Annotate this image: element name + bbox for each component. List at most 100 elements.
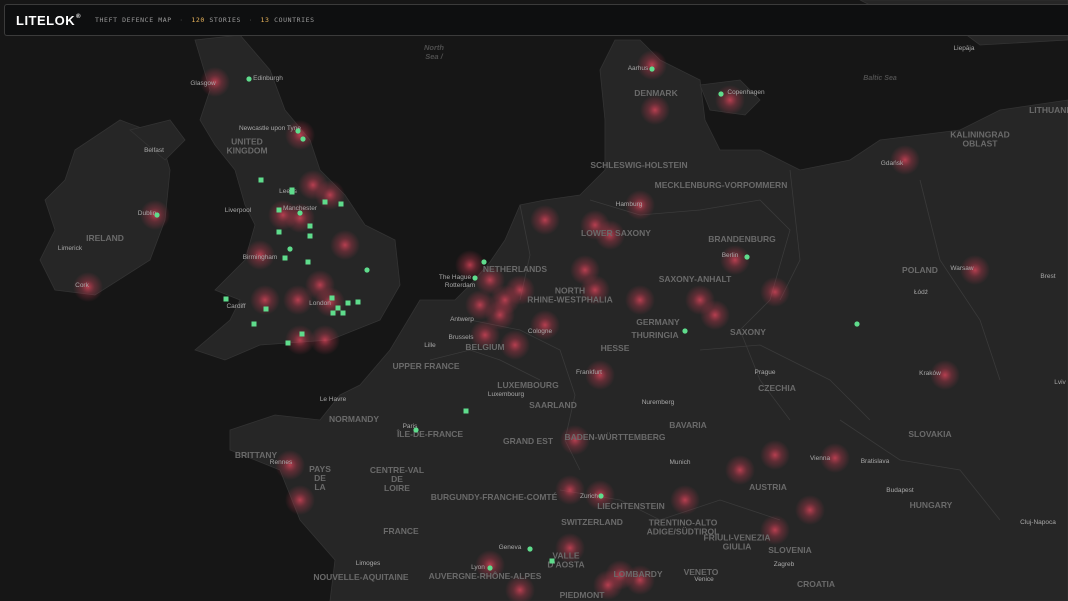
region-label: BRANDENBURG: [708, 234, 776, 244]
story-marker[interactable]: [338, 201, 344, 207]
region-label: RHINE-WESTPHALIA: [527, 295, 612, 305]
story-marker[interactable]: [682, 328, 688, 334]
story-marker[interactable]: [649, 66, 655, 72]
story-marker[interactable]: [854, 321, 860, 327]
region-label: DENMARK: [634, 88, 678, 98]
city-label: Bratislava: [861, 458, 890, 465]
heat-spot: [760, 277, 790, 307]
city-label: Hamburg: [616, 201, 643, 208]
region-label: OBLAST: [963, 139, 999, 149]
story-marker[interactable]: [285, 340, 291, 346]
story-marker[interactable]: [413, 427, 419, 433]
story-marker[interactable]: [463, 408, 469, 414]
story-marker[interactable]: [276, 207, 282, 213]
region-label: LITHUANIA: [1029, 105, 1068, 115]
city-label: Brest: [1040, 273, 1055, 280]
city-label: Vienna: [810, 455, 831, 462]
region-label: LOMBARDY: [613, 569, 662, 579]
region-label: BELGIUM: [465, 342, 504, 352]
city-label: Edinburgh: [253, 75, 283, 82]
map-stats: THEFT DEFENCE MAP · 120 STORIES · 13 COU…: [95, 16, 315, 24]
story-marker[interactable]: [305, 259, 311, 265]
heat-spot: [555, 475, 585, 505]
story-marker[interactable]: [487, 565, 493, 571]
story-marker[interactable]: [246, 76, 252, 82]
region-label: GRAND EST: [503, 436, 554, 446]
story-marker[interactable]: [340, 310, 346, 316]
story-marker[interactable]: [330, 310, 336, 316]
story-marker[interactable]: [549, 558, 555, 564]
story-marker[interactable]: [481, 259, 487, 265]
region-label: HUNGARY: [910, 500, 953, 510]
story-marker[interactable]: [258, 177, 264, 183]
city-label: Budapest: [886, 487, 914, 494]
city-label: Liverpool: [225, 207, 252, 214]
story-marker[interactable]: [300, 136, 306, 142]
region-label: PIEDMONT: [560, 590, 606, 600]
story-marker[interactable]: [297, 210, 303, 216]
story-marker[interactable]: [527, 546, 533, 552]
story-marker[interactable]: [718, 91, 724, 97]
theft-map[interactable]: UNITEDKINGDOMIRELANDBELGIUMNETHERLANDSLU…: [0, 0, 1068, 601]
story-marker[interactable]: [364, 267, 370, 273]
story-marker[interactable]: [335, 305, 341, 311]
story-marker[interactable]: [329, 295, 335, 301]
story-marker[interactable]: [289, 187, 295, 193]
region-label: SLOVAKIA: [908, 429, 951, 439]
separator: ·: [248, 16, 253, 24]
region-label: POLAND: [902, 265, 938, 275]
story-marker[interactable]: [598, 493, 604, 499]
story-marker[interactable]: [307, 233, 313, 239]
story-marker[interactable]: [251, 321, 257, 327]
city-label: Nuremberg: [642, 399, 675, 406]
heat-spot: [285, 485, 315, 515]
heat-spot: [670, 485, 700, 515]
sea-label: Sea /: [425, 52, 443, 61]
region-label: GIULIA: [723, 542, 752, 552]
region-label: AUSTRIA: [749, 482, 787, 492]
city-label: Glasgow: [190, 80, 216, 87]
story-marker[interactable]: [282, 255, 288, 261]
heat-spot: [640, 95, 670, 125]
story-marker[interactable]: [276, 229, 282, 235]
story-marker[interactable]: [355, 299, 361, 305]
region-label: BAVARIA: [669, 420, 706, 430]
story-marker[interactable]: [744, 254, 750, 260]
city-label: Cologne: [528, 328, 553, 335]
city-label: Lviv: [1054, 379, 1066, 386]
city-label: London: [309, 300, 331, 307]
region-label: AUVERGNE-RHÔNE-ALPES: [429, 570, 542, 581]
city-label: Zurich: [580, 493, 598, 500]
registered-mark: ®: [76, 13, 82, 20]
story-marker[interactable]: [295, 128, 301, 134]
story-marker[interactable]: [472, 275, 478, 281]
heat-spot: [725, 455, 755, 485]
city-label: Łódź: [914, 289, 928, 296]
region-label: FRANCE: [383, 526, 419, 536]
region-label: SAXONY: [730, 327, 766, 337]
story-marker[interactable]: [322, 199, 328, 205]
stories-label: STORIES: [209, 16, 241, 24]
region-label: KINGDOM: [226, 146, 267, 156]
story-marker[interactable]: [345, 300, 351, 306]
story-marker[interactable]: [263, 306, 269, 312]
brand-logo[interactable]: LITELOK ®: [16, 13, 81, 28]
city-label: Le Havre: [320, 396, 347, 403]
city-label: Limoges: [356, 560, 381, 567]
story-marker[interactable]: [307, 223, 313, 229]
story-marker[interactable]: [223, 296, 229, 302]
city-label: Rennes: [270, 459, 293, 466]
story-marker[interactable]: [287, 246, 293, 252]
city-label: Antwerp: [450, 316, 474, 323]
city-label: The Hague: [439, 274, 472, 281]
region-label: THURINGIA: [631, 330, 678, 340]
story-marker[interactable]: [154, 212, 160, 218]
city-label: Copenhagen: [727, 89, 765, 96]
story-marker[interactable]: [299, 331, 305, 337]
separator: ·: [179, 16, 184, 24]
top-bar: LITELOK ® THEFT DEFENCE MAP · 120 STORIE…: [4, 4, 1068, 36]
region-label: BURGUNDY-FRANCHE-COMTÉ: [431, 492, 558, 502]
region-label: GERMANY: [636, 317, 680, 327]
region-label: LA: [314, 482, 325, 492]
city-label: Cardiff: [226, 303, 245, 310]
